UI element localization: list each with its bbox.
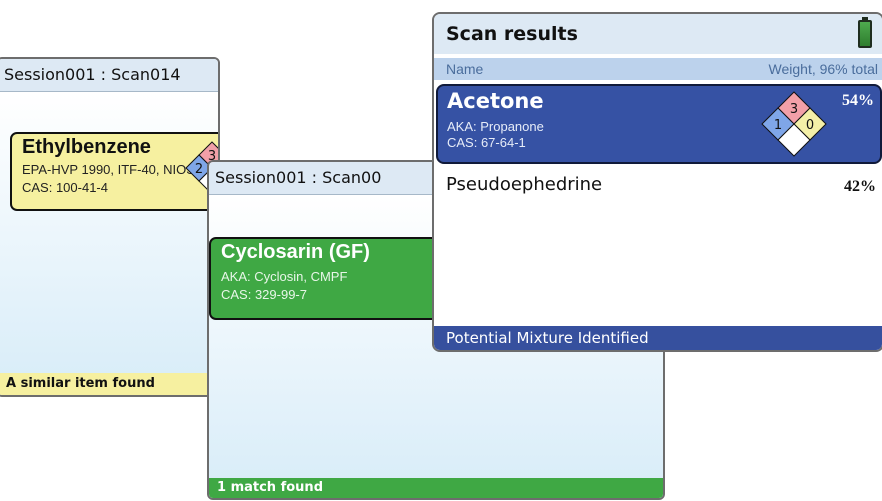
row-cas: CAS: 67-64-1	[447, 135, 526, 150]
nfpa-hazard-diamond-icon: 3 1 0	[761, 91, 827, 157]
hazard-health: 2	[195, 162, 203, 177]
hazard-health: 1	[774, 118, 782, 133]
hazard-flammability: 3	[790, 102, 798, 117]
results-title-bar: Scan results	[434, 14, 882, 54]
results-status: Potential Mixture Identified	[446, 329, 649, 347]
results-column-header: Name Weight, 96% total	[434, 58, 882, 80]
hazard-instability: 0	[806, 118, 814, 133]
ethylbenzene-result-card[interactable]: Ethylbenzene EPA-HVP 1990, ITF-40, NIOSH…	[10, 132, 218, 211]
battery-icon	[858, 17, 872, 48]
result-name: Ethylbenzene	[22, 136, 151, 158]
results-title: Scan results	[446, 23, 578, 45]
column-name: Name	[446, 61, 484, 77]
column-weight: Weight, 96% total	[768, 61, 878, 77]
scan-results-screen: Scan results Name Weight, 96% total Acet…	[432, 12, 882, 352]
row-name: Pseudoephedrine	[446, 174, 603, 195]
row-percent: 42%	[844, 178, 876, 195]
result-aka: AKA: Cyclosin, CMPF	[221, 269, 348, 284]
row-percent: 54%	[842, 92, 874, 109]
scan014-status-bar: A similar item found	[0, 373, 218, 395]
scan014-title-bar: Session001 : Scan014	[0, 59, 218, 92]
results-status-bar: Potential Mixture Identified	[434, 326, 882, 350]
scan014-screen: Session001 : Scan014 Ethylbenzene EPA-HV…	[0, 57, 220, 397]
row-aka: AKA: Propanone	[447, 119, 544, 134]
result-cas: CAS: 329-99-7	[221, 287, 307, 302]
scan014-title: Session001 : Scan014	[4, 65, 181, 84]
result-row-acetone[interactable]: Acetone AKA: Propanone CAS: 67-64-1 54% …	[436, 84, 882, 164]
result-cas: CAS: 100-41-4	[22, 180, 108, 195]
result-name: Cyclosarin (GF)	[221, 241, 370, 263]
row-name: Acetone	[447, 89, 544, 113]
scan014-body: Ethylbenzene EPA-HVP 1990, ITF-40, NIOSH…	[0, 92, 218, 395]
cyclosarin-status-bar: 1 match found	[209, 478, 663, 498]
cyclosarin-title: Session001 : Scan00	[215, 168, 382, 187]
cyclosarin-result-card[interactable]: Cyclosarin (GF) AKA: Cyclosin, CMPF CAS:…	[209, 237, 439, 320]
cyclosarin-status: 1 match found	[217, 480, 323, 495]
scan014-status: A similar item found	[6, 376, 155, 391]
